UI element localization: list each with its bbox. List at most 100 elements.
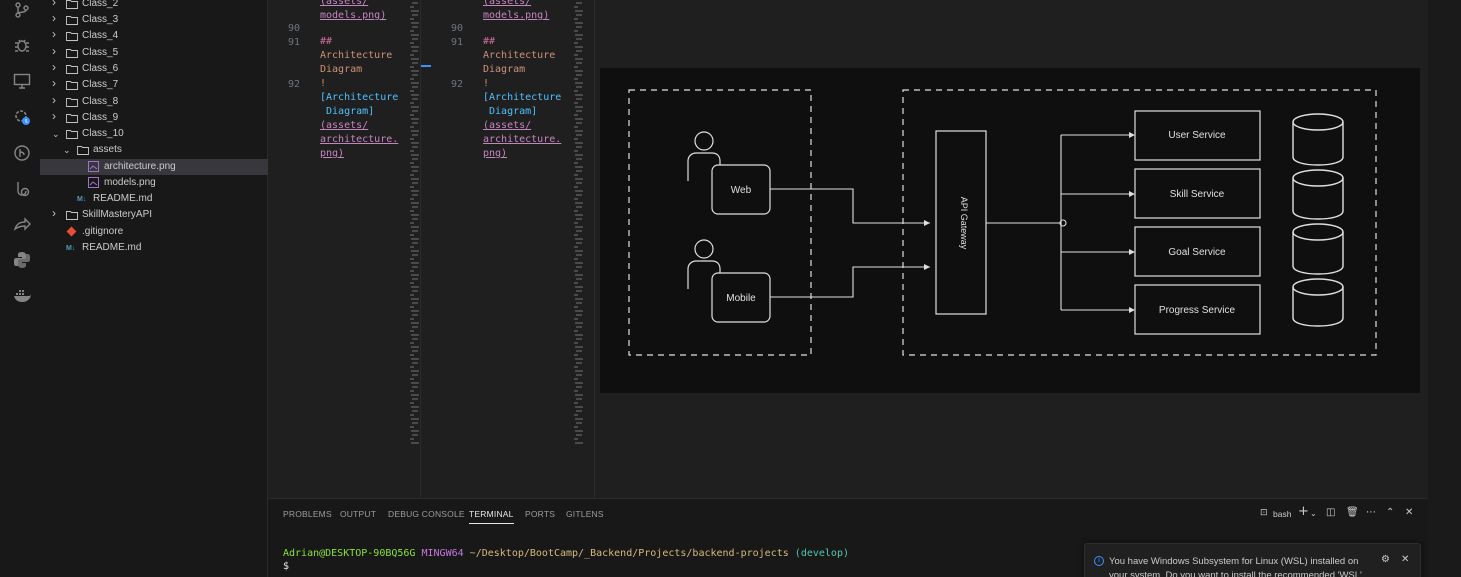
new-terminal-icon[interactable]: + <box>1298 504 1309 519</box>
tree-file[interactable]: models.png <box>40 175 268 191</box>
tree-folder[interactable]: ⌄ Class_10 <box>40 126 268 142</box>
gear-icon[interactable]: ⚙ <box>1381 554 1390 565</box>
terminal-shell-label[interactable]: bash <box>1273 509 1291 519</box>
code-text[interactable]: architecture. <box>320 133 398 147</box>
minimap-line <box>575 274 583 276</box>
close-icon[interactable]: ✕ <box>1401 554 1409 565</box>
tree-file[interactable]: architecture.png <box>40 159 268 175</box>
code-text[interactable]: [Architecture <box>483 91 561 105</box>
code-text[interactable]: (assets/ <box>483 0 531 9</box>
tab-output[interactable]: OUTPUT <box>340 509 376 519</box>
chevron-right-icon[interactable]: › <box>52 0 62 8</box>
tab-gitlens[interactable]: GITLENS <box>566 509 604 519</box>
tree-folder[interactable]: › Class_9 <box>40 110 268 126</box>
code-text[interactable]: ! <box>483 77 489 91</box>
minimap[interactable] <box>574 0 584 450</box>
chevron-right-icon[interactable]: › <box>52 12 62 24</box>
code-text[interactable]: [Architecture <box>320 91 398 105</box>
tab-terminal[interactable]: TERMINAL <box>469 509 514 524</box>
code-text[interactable]: (assets/ <box>320 0 368 9</box>
editor-group-middle[interactable]: (assets/models.png) 90 91 ## Architecture Dia… <box>431 0 593 498</box>
chevron-right-icon[interactable]: › <box>52 28 62 40</box>
tree-folder[interactable]: › SkillMasteryAPI <box>40 207 268 223</box>
gitlens-icon[interactable] <box>12 143 32 163</box>
info-icon: i <box>1094 556 1104 566</box>
code-text[interactable]: Diagram] <box>320 105 374 119</box>
tree-folder[interactable]: › Class_5 <box>40 45 268 61</box>
tree-folder[interactable]: › Class_3 <box>40 12 268 28</box>
code-text[interactable]: Diagram <box>320 63 362 77</box>
chevron-down-icon[interactable]: ⌄ <box>63 144 73 156</box>
settings-sync-icon[interactable] <box>12 107 32 127</box>
tab-ports[interactable]: PORTS <box>525 509 555 519</box>
code-text[interactable]: ! <box>320 77 326 91</box>
code-text[interactable]: (assets/ <box>320 119 368 133</box>
minimap-line <box>575 94 583 96</box>
code-text[interactable]: Diagram] <box>483 105 537 119</box>
chevron-right-icon[interactable]: › <box>52 207 62 219</box>
maximize-panel-icon[interactable]: ⌃ <box>1386 507 1394 518</box>
tree-folder[interactable]: › Class_6 <box>40 61 268 77</box>
code-text[interactable]: png) <box>483 147 507 161</box>
tree-folder[interactable]: › Class_8 <box>40 94 268 110</box>
chevron-right-icon[interactable]: › <box>52 45 62 57</box>
tree-folder[interactable]: ⌄ assets <box>40 142 268 158</box>
code-text[interactable]: png) <box>320 147 344 161</box>
live-share-icon[interactable] <box>12 215 32 235</box>
editor-split-divider[interactable] <box>594 0 595 498</box>
minimap-line <box>575 430 583 432</box>
testing-icon[interactable] <box>12 179 32 199</box>
close-panel-icon[interactable]: ✕ <box>1405 507 1413 518</box>
tree-item-label: .gitignore <box>82 226 124 237</box>
tree-folder[interactable]: › Class_2 <box>40 0 268 12</box>
code-text[interactable]: Architecture <box>320 49 392 63</box>
terminal-prompt-line[interactable]: Adrian@DESKTOP-90BQ56G MINGW64 ~/Desktop… <box>283 548 849 559</box>
minimap-line <box>412 86 418 88</box>
image-preview-architecture[interactable]: Web Mobile API Gateway User Service Skil… <box>600 68 1420 393</box>
tree-file[interactable]: .gitignore <box>40 224 268 240</box>
code-text[interactable]: models.png) <box>483 9 549 23</box>
code-text[interactable]: architecture. <box>483 133 561 147</box>
code-text[interactable]: ## <box>483 35 495 49</box>
docker-icon[interactable] <box>12 286 32 306</box>
wsl-notification[interactable]: i You have Windows Subsystem for Linux (… <box>1084 543 1421 577</box>
code-text[interactable]: Diagram <box>483 63 525 77</box>
trash-icon[interactable]: 🗑︎ <box>1346 507 1359 518</box>
minimap-line <box>574 354 578 356</box>
minimap-line <box>412 134 418 136</box>
minimap-line <box>576 338 582 340</box>
code-text[interactable]: ## <box>320 35 332 49</box>
code-text[interactable]: (assets/ <box>483 119 531 133</box>
tab-debug-console[interactable]: DEBUG CONSOLE <box>388 509 465 519</box>
terminal-shell-icon[interactable]: ⊡ <box>1260 508 1268 518</box>
minimap-line <box>574 222 578 224</box>
terminal-input-line[interactable]: $ <box>283 561 289 572</box>
line-number: 92 <box>450 79 463 90</box>
tab-problems[interactable]: PROBLEMS <box>283 509 332 519</box>
tree-file[interactable]: M↓ README.md <box>40 240 268 256</box>
tree-folder[interactable]: › Class_7 <box>40 77 268 93</box>
minimap-line <box>576 230 582 232</box>
chevron-down-icon[interactable]: ⌄ <box>1310 509 1317 518</box>
more-actions-icon[interactable]: ⋯ <box>1366 507 1376 518</box>
chevron-right-icon[interactable]: › <box>52 61 62 73</box>
source-control-icon[interactable] <box>12 0 32 20</box>
tree-file[interactable]: M↓ README.md <box>40 191 268 207</box>
chevron-right-icon[interactable]: › <box>52 77 62 89</box>
minimap-line <box>412 362 418 364</box>
debug-icon[interactable] <box>12 35 32 55</box>
remote-explorer-icon[interactable] <box>12 71 32 91</box>
editor-group-left[interactable]: (assets/models.png) 90 91 ## Architecture Dia… <box>268 0 420 498</box>
chevron-down-icon[interactable]: ⌄ <box>52 128 62 140</box>
minimap-line <box>410 210 414 212</box>
tree-folder[interactable]: › Class_4 <box>40 28 268 44</box>
split-terminal-icon[interactable]: ◫ <box>1326 507 1335 518</box>
code-text[interactable]: models.png) <box>320 9 386 23</box>
code-text[interactable]: Architecture <box>483 49 555 63</box>
minimap-line <box>412 410 418 412</box>
editor-split-divider[interactable] <box>420 0 421 498</box>
chevron-right-icon[interactable]: › <box>52 110 62 122</box>
chevron-right-icon[interactable]: › <box>52 94 62 106</box>
python-icon[interactable] <box>12 250 32 270</box>
minimap[interactable] <box>410 0 420 450</box>
